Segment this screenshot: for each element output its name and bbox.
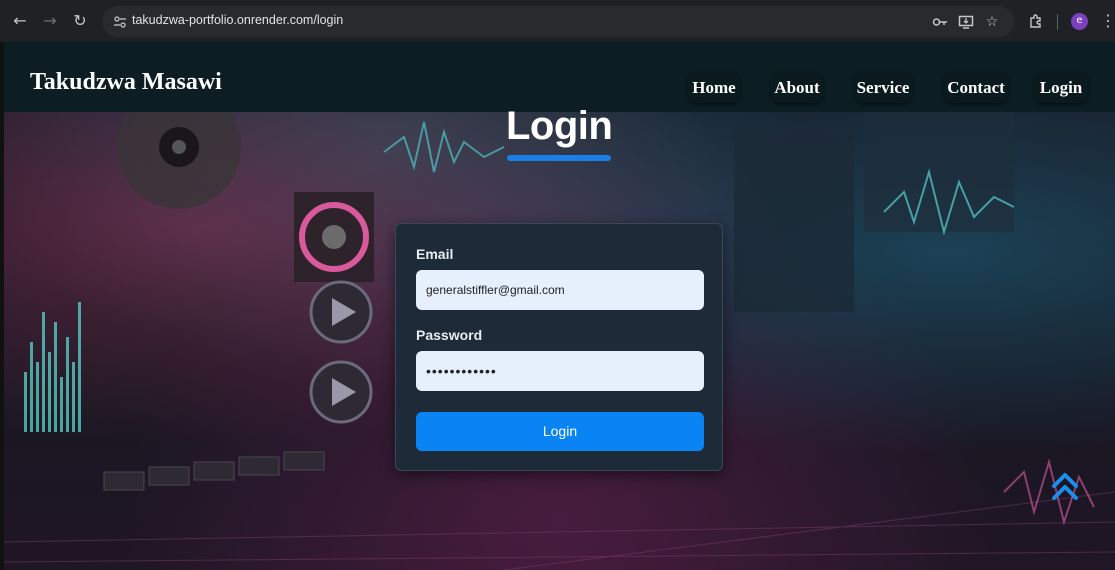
more-menu-icon[interactable]: ⋮	[1100, 9, 1115, 33]
browser-toolbar: ← → ↻ takudzwa-portfolio.onrender.com/lo…	[0, 0, 1115, 42]
nav-about[interactable]: About	[771, 72, 823, 103]
toolbar-divider	[1057, 14, 1058, 30]
bookmark-star-icon[interactable]: ☆	[982, 12, 1002, 32]
nav-login[interactable]: Login	[1034, 72, 1088, 103]
title-underline	[507, 155, 611, 161]
nav-home[interactable]: Home	[688, 72, 740, 103]
url-text[interactable]: takudzwa-portfolio.onrender.com/login	[132, 13, 343, 27]
login-form: Email Password Login	[395, 223, 723, 471]
install-app-icon[interactable]	[956, 12, 976, 32]
email-label: Email	[416, 246, 454, 262]
extensions-puzzle-icon[interactable]	[1025, 10, 1047, 32]
forward-arrow-icon[interactable]: →	[38, 9, 62, 33]
site-brand[interactable]: Takudzwa Masawi	[30, 69, 222, 96]
login-submit-button[interactable]: Login	[416, 412, 704, 451]
profile-avatar[interactable]: e	[1071, 13, 1088, 30]
site-info-icon[interactable]	[110, 12, 130, 32]
password-label: Password	[416, 327, 483, 343]
page-title: Login	[506, 104, 613, 148]
nav-service[interactable]: Service	[854, 72, 912, 103]
email-field[interactable]	[416, 270, 704, 310]
reload-icon[interactable]: ↻	[68, 9, 92, 33]
nav-contact[interactable]: Contact	[944, 72, 1008, 103]
back-to-top-icon[interactable]	[1049, 470, 1081, 504]
password-key-icon[interactable]	[930, 12, 950, 32]
page-viewport: Takudzwa Masawi Home About Service Conta…	[4, 42, 1115, 570]
back-arrow-icon[interactable]: ←	[8, 9, 32, 33]
password-field[interactable]	[416, 351, 704, 391]
address-bar[interactable]: takudzwa-portfolio.onrender.com/login ☆	[102, 6, 1014, 37]
site-header: Takudzwa Masawi Home About Service Conta…	[4, 42, 1115, 112]
